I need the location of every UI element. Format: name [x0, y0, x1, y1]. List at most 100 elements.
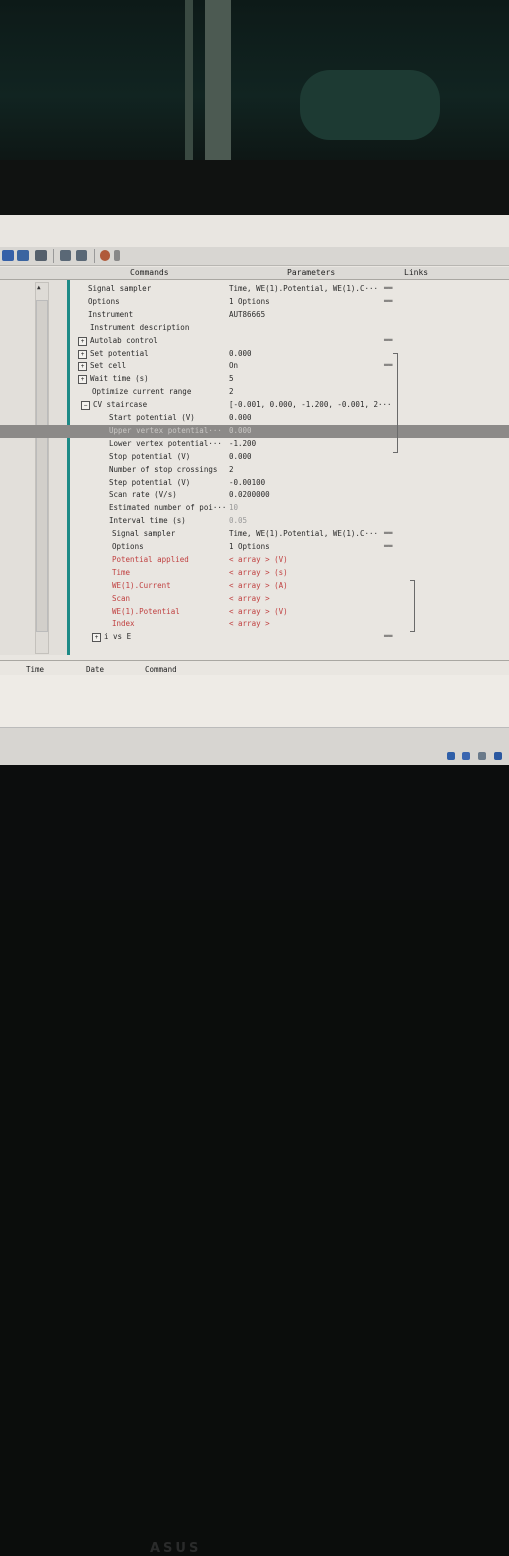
toolbar-separator	[94, 249, 95, 263]
tree-row[interactable]: Options 1 Options ══	[0, 541, 509, 554]
tree-row[interactable]: + Autolab control ══	[0, 335, 509, 348]
parameter-value[interactable]: < array > (V)	[229, 607, 288, 616]
taskbar	[0, 727, 509, 765]
tree-row[interactable]: + Wait time (s) 5	[0, 373, 509, 386]
parameter-value[interactable]: < array >	[229, 594, 270, 603]
notification-icon[interactable]	[494, 752, 502, 760]
parameter-value[interactable]: 5	[229, 374, 234, 383]
parameter-value[interactable]: 2	[229, 387, 234, 396]
command-name: WE(1).Current	[112, 580, 171, 590]
parameter-value[interactable]: -1.200	[229, 439, 256, 448]
tree-row[interactable]: + i vs E ══	[0, 631, 509, 644]
parameter-value[interactable]: < array >	[229, 619, 270, 628]
parameters-column-header[interactable]: Parameters	[287, 268, 335, 277]
command-name: i vs E	[104, 632, 132, 642]
tree-row[interactable]: WE(1).Current < array > (A)	[0, 580, 509, 593]
tree-row[interactable]: + Set cell On ══	[0, 360, 509, 373]
expand-icon[interactable]: +	[78, 336, 87, 346]
tray-icon[interactable]	[478, 752, 486, 760]
parameter-value[interactable]: 2	[229, 465, 234, 474]
link-icon[interactable]: ══	[384, 284, 392, 292]
tree-row[interactable]: Lower vertex potential··· -1.200	[0, 438, 509, 451]
expand-icon[interactable]: +	[78, 362, 87, 372]
link-icon[interactable]: ══	[384, 542, 392, 550]
redo-icon[interactable]	[76, 250, 87, 261]
background-pipe	[205, 0, 231, 160]
parameter-value[interactable]: 0.000	[229, 413, 252, 422]
parameter-value[interactable]: -0.00100	[229, 478, 265, 487]
tree-row[interactable]: Upper vertex potential··· 0.000	[0, 424, 509, 438]
parameter-value[interactable]: 0.000	[229, 426, 252, 435]
command-name: Scan	[112, 593, 131, 603]
tree-row[interactable]: Options 1 Options ══	[0, 296, 509, 309]
command-name: CV staircase	[93, 400, 148, 410]
tree-row[interactable]: Time < array > (s)	[0, 567, 509, 580]
command-name: Set potential	[90, 348, 149, 358]
parameter-value[interactable]: 0.000	[229, 452, 252, 461]
expand-icon[interactable]: +	[92, 633, 101, 643]
volume-icon[interactable]	[462, 752, 470, 760]
save-icon[interactable]	[2, 250, 14, 261]
link-icon[interactable]: ══	[384, 297, 392, 305]
parameter-value[interactable]: < array > (A)	[229, 581, 288, 590]
tree-row[interactable]: Number of stop crossings 2	[0, 464, 509, 477]
log-command-header[interactable]: Command	[145, 665, 177, 674]
command-name: Time	[112, 567, 131, 577]
parameter-value[interactable]: 1 Options	[229, 297, 270, 306]
settings-icon[interactable]	[100, 250, 110, 261]
network-icon[interactable]	[447, 752, 455, 760]
tree-row[interactable]: Index < array >	[0, 618, 509, 631]
tree-row[interactable]: Optimize current range 2	[0, 386, 509, 399]
tree-row[interactable]: Interval time (s) 0.05	[0, 515, 509, 528]
tree-row[interactable]: Scan rate (V/s) 0.0200000	[0, 489, 509, 502]
parameter-value[interactable]: [-0.001, 0.000, -1.200, -0.001, 2···	[229, 400, 392, 409]
tree-row[interactable]: Stop potential (V) 0.000	[0, 451, 509, 464]
save-as-icon[interactable]	[17, 250, 29, 261]
command-name: Upper vertex potential···	[109, 425, 222, 435]
parameter-value[interactable]: 10	[229, 503, 238, 512]
indent-icon[interactable]	[35, 250, 47, 261]
link-icon[interactable]: ══	[384, 361, 392, 369]
parameter-value[interactable]: 0.05	[229, 516, 247, 525]
parameter-value[interactable]: AUT86665	[229, 310, 265, 319]
parameter-value[interactable]: On	[229, 361, 238, 370]
command-name: Potential applied	[112, 554, 189, 564]
chevron-down-icon[interactable]	[114, 250, 120, 261]
parameter-value[interactable]: 0.0200000	[229, 490, 270, 499]
command-name: Signal sampler	[112, 529, 176, 539]
link-icon[interactable]: ══	[384, 336, 392, 344]
tree-row[interactable]: Signal sampler Time, WE(1).Potential, WE(…	[0, 283, 509, 296]
expand-icon[interactable]: +	[78, 349, 87, 359]
tree-row[interactable]: Estimated number of poi··· 10	[0, 502, 509, 515]
tree-row[interactable]: Step potential (V) -0.00100	[0, 477, 509, 490]
log-date-header[interactable]: Date	[86, 665, 104, 674]
parameter-value[interactable]: 0.000	[229, 349, 252, 358]
tree-row[interactable]: WE(1).Potential < array > (V)	[0, 606, 509, 619]
command-name: Stop potential (V)	[109, 451, 191, 461]
links-column-header[interactable]: Links	[404, 268, 428, 277]
undo-icon[interactable]	[60, 250, 71, 261]
parameter-value[interactable]: 1 Options	[229, 542, 270, 551]
command-name: Signal sampler	[88, 284, 152, 293]
tree-row[interactable]: Instrument AUT86665	[0, 309, 509, 322]
tree-row[interactable]: Potential applied < array > (V)	[0, 554, 509, 567]
command-name: Lower vertex potential···	[109, 438, 222, 448]
tree-row[interactable]: Scan < array >	[0, 593, 509, 606]
tree-row[interactable]: Signal sampler Time, WE(1).Potential, WE(…	[0, 528, 509, 541]
command-name: Options	[112, 542, 144, 551]
collapse-icon[interactable]: −	[81, 401, 90, 411]
parameter-value[interactable]: Time, WE(1).Potential, WE(1).C···	[229, 284, 378, 293]
tree-row[interactable]: − CV staircase [-0.001, 0.000, -1.200, -0.…	[0, 399, 509, 412]
parameter-value[interactable]: Time, WE(1).Potential, WE(1).C···	[229, 529, 378, 538]
commands-column-header[interactable]: Commands	[130, 268, 169, 277]
tree-row[interactable]: Start potential (V) 0.000	[0, 412, 509, 425]
expand-icon[interactable]: +	[78, 375, 87, 385]
link-icon[interactable]: ══	[384, 529, 392, 537]
parameter-value[interactable]: < array > (V)	[229, 555, 288, 564]
tree-row[interactable]: + Set potential 0.000	[0, 348, 509, 361]
tree-row[interactable]: Instrument description	[0, 322, 509, 335]
link-icon[interactable]: ══	[384, 632, 392, 640]
parameter-value[interactable]: < array > (s)	[229, 568, 288, 577]
command-name: Wait time (s)	[90, 374, 149, 384]
log-time-header[interactable]: Time	[26, 665, 44, 674]
